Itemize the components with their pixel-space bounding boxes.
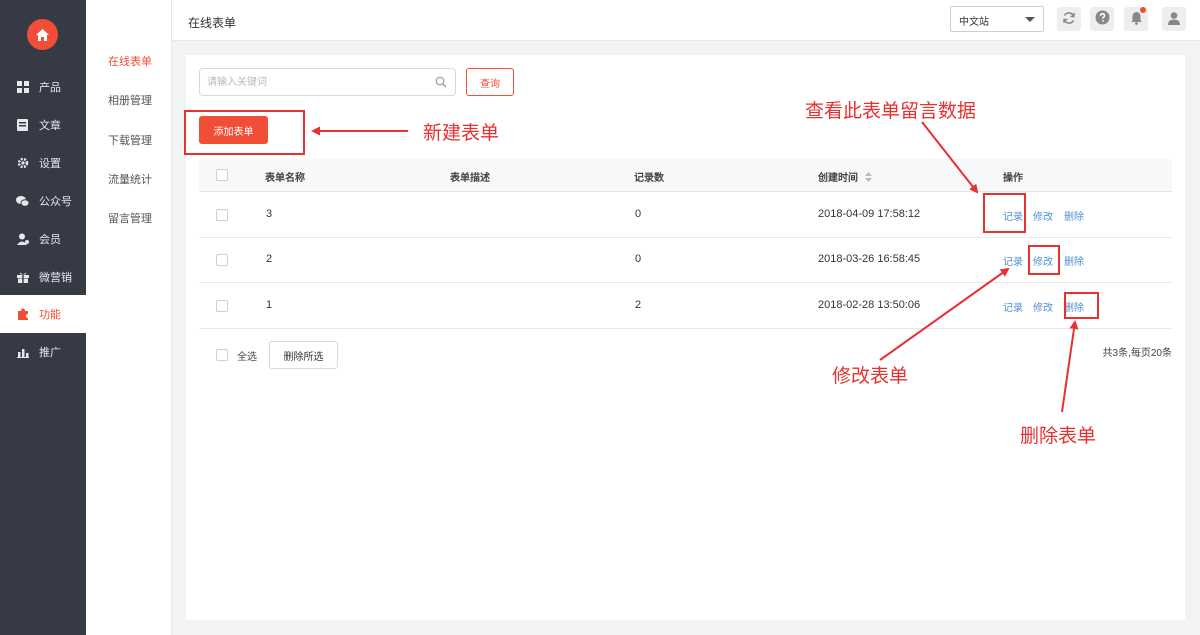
refresh-icon [1062,11,1076,28]
member-icon [16,233,29,246]
form-name: 2 [266,253,273,265]
bell-icon [1130,11,1143,28]
row-checkbox[interactable] [216,209,228,221]
select-all-label: 全选 [237,352,257,363]
submenu-item-download[interactable]: 下载管理 [108,132,152,148]
main-sidebar: 产品 文章 设置 公众号 会员 微营销 功能 推广 [0,0,86,635]
column-header-description: 表单描述 [450,173,490,184]
help-button[interactable] [1090,7,1114,31]
select-all-checkbox[interactable] [216,349,228,361]
grid-icon [16,81,29,94]
annotation-box-records [983,193,1026,233]
record-count: 0 [635,253,642,265]
sidebar-item-article[interactable]: 文章 [0,106,86,144]
delete-selected-button[interactable]: 删除所选 [269,341,338,369]
sidebar-item-marketing[interactable]: 微营销 [0,258,86,296]
column-header-name: 表单名称 [265,173,305,184]
form-name: 1 [266,299,273,311]
table-row: 3 0 2018-04-09 17:58:12 记录 修改 删除 [199,192,1172,238]
delete-link[interactable]: 删除 [1064,208,1084,223]
user-button[interactable] [1162,7,1186,31]
main-content: 查询 添加表单 表单名称 表单描述 记录数 创建时间 操作 3 0 2018-0… [186,55,1185,620]
sidebar-item-label: 会员 [39,234,61,246]
column-header-created[interactable]: 创建时间 [818,169,872,185]
language-select[interactable]: 中文站 [950,6,1044,32]
top-header: 在线表单 中文站 [172,0,1200,41]
search-icon[interactable] [435,76,447,91]
column-header-records: 记录数 [634,173,664,184]
sidebar-item-label: 微营销 [39,272,72,284]
help-icon [1095,10,1110,28]
submenu-item-album[interactable]: 相册管理 [108,92,152,108]
sort-icon[interactable] [864,171,872,185]
sidebar-item-function[interactable]: 功能 [0,295,86,333]
search-input[interactable] [200,69,425,95]
sidebar-item-label: 功能 [39,309,61,321]
sidebar-item-label: 公众号 [39,196,72,208]
wechat-icon [16,195,29,208]
gear-icon [16,157,29,170]
annotation-box-add [184,110,305,155]
annotation-delete-form: 删除表单 [1020,426,1097,447]
form-name: 3 [266,208,273,220]
chart-icon [16,346,29,359]
edit-link[interactable]: 修改 [1033,299,1053,314]
table-header: 表单名称 表单描述 记录数 创建时间 操作 [199,159,1172,192]
article-icon [16,119,29,132]
notification-badge [1140,7,1146,13]
sidebar-item-label: 推广 [39,347,61,359]
user-icon [1167,11,1181,28]
notification-button[interactable] [1124,7,1148,31]
delete-link[interactable]: 删除 [1064,253,1084,268]
records-link[interactable]: 记录 [1003,253,1023,268]
table-row: 1 2 2018-02-28 13:50:06 记录 修改 删除 [199,283,1172,329]
page-title: 在线表单 [188,16,237,30]
header-checkbox[interactable] [216,169,228,181]
sub-menu: 在线表单 相册管理 下载管理 流量统计 留言管理 [86,0,172,635]
annotation-new-form: 新建表单 [423,123,500,144]
sidebar-item-promotion[interactable]: 推广 [0,333,86,371]
annotation-box-delete [1064,292,1099,319]
search-box [199,68,456,96]
puzzle-icon [16,308,29,321]
row-checkbox[interactable] [216,300,228,312]
submenu-item-message[interactable]: 留言管理 [108,210,152,226]
sidebar-item-wechat[interactable]: 公众号 [0,182,86,220]
created-time: 2018-03-26 16:58:45 [818,253,921,265]
annotation-box-edit [1028,245,1060,275]
gift-icon [16,271,29,284]
records-link[interactable]: 记录 [1003,299,1023,314]
home-icon[interactable] [27,19,58,50]
sidebar-item-product[interactable]: 产品 [0,68,86,106]
pagination-info: 共3条,每页20条 [1102,348,1172,359]
sidebar-item-label: 文章 [39,120,61,132]
column-header-created-label: 创建时间 [818,173,858,184]
language-value: 中文站 [959,17,989,28]
created-time: 2018-04-09 17:58:12 [818,208,921,220]
row-checkbox[interactable] [216,254,228,266]
annotation-edit-form: 修改表单 [832,366,909,387]
submenu-item-traffic[interactable]: 流量统计 [108,171,152,187]
annotation-view-records: 查看此表单留言数据 [805,101,977,122]
table-row: 2 0 2018-03-26 16:58:45 记录 修改 删除 [199,237,1172,283]
submenu-item-online-form[interactable]: 在线表单 [108,53,152,69]
query-button[interactable]: 查询 [466,68,514,96]
sidebar-item-settings[interactable]: 设置 [0,144,86,182]
edit-link[interactable]: 修改 [1033,208,1053,223]
record-count: 2 [635,299,642,311]
record-count: 0 [635,208,642,220]
chevron-down-icon [1025,17,1035,22]
created-time: 2018-02-28 13:50:06 [818,299,921,311]
column-header-actions: 操作 [1003,173,1023,184]
refresh-button[interactable] [1057,7,1081,31]
sidebar-item-member[interactable]: 会员 [0,220,86,258]
sidebar-item-label: 产品 [39,82,61,94]
sidebar-item-label: 设置 [39,158,61,170]
